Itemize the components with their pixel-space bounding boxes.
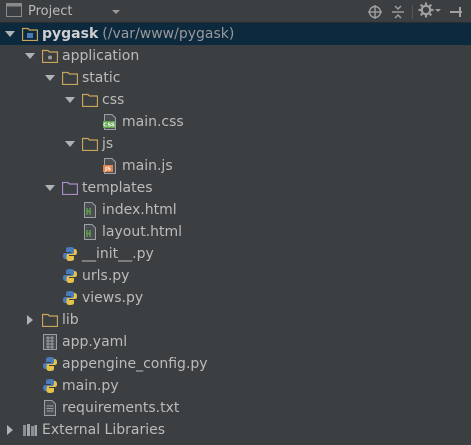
tree-node-label: main.css (122, 114, 184, 130)
tree-node-app-yaml[interactable]: app.yaml (0, 331, 471, 353)
folder-icon (82, 136, 98, 152)
tree-node-label: layout.html (102, 224, 183, 240)
expand-arrow-down-icon[interactable] (44, 182, 56, 194)
tree-node-label: External Libraries (42, 422, 165, 438)
tree-node-label: templates (82, 180, 153, 196)
svg-text:JS: JS (104, 167, 111, 173)
text-file-icon (42, 400, 58, 416)
tree-node-path: (/var/www/pygask) (102, 26, 235, 42)
project-view-icon (6, 2, 22, 21)
tree-node-main-css[interactable]: CSS main.css (0, 111, 471, 133)
tree-node-label: pygask (42, 26, 99, 42)
project-tool-window: Project pygask (/var/www/pygask) applica… (0, 0, 471, 445)
hide-panel-icon[interactable] (447, 3, 465, 21)
python-file-icon (62, 268, 78, 284)
tree-node-label: main.py (62, 378, 119, 394)
tree-node-requirements-txt[interactable]: requirements.txt (0, 397, 471, 419)
scroll-from-source-icon[interactable] (366, 3, 384, 21)
tree-node-layout-html[interactable]: layout.html (0, 221, 471, 243)
html-file-icon (82, 202, 98, 218)
tree-node-css[interactable]: css (0, 89, 471, 111)
expand-arrow-down-icon[interactable] (4, 28, 16, 40)
python-file-icon (62, 290, 78, 306)
expand-arrow-down-icon[interactable] (64, 138, 76, 150)
expand-arrow-down-icon[interactable] (44, 72, 56, 84)
tree-node-label: lib (62, 312, 79, 328)
toolbar-separator (412, 4, 413, 19)
folder-icon (42, 312, 58, 328)
header-toolbar (361, 2, 465, 21)
tree-node-lib[interactable]: lib (0, 309, 471, 331)
expand-arrow-down-icon[interactable] (24, 50, 36, 62)
tree-node-appengine-config-py[interactable]: appengine_config.py (0, 353, 471, 375)
folder-templates-icon (62, 180, 78, 196)
settings-button[interactable] (418, 2, 442, 22)
expand-arrow-down-icon[interactable] (64, 94, 76, 106)
tree-node-application[interactable]: application (0, 45, 471, 67)
tree-node-views-py[interactable]: views.py (0, 287, 471, 309)
tree-node-label: __init__.py (82, 246, 154, 262)
tree-node-init-py[interactable]: __init__.py (0, 243, 471, 265)
python-file-icon (62, 246, 78, 262)
project-view-selector[interactable]: Project (6, 2, 73, 21)
collapse-all-icon[interactable] (389, 3, 407, 21)
python-file-icon (42, 378, 58, 394)
python-file-icon (42, 356, 58, 372)
tree-node-label: static (82, 70, 121, 86)
folder-icon (82, 92, 98, 108)
folder-module-icon (22, 26, 38, 42)
gear-dropdown-arrow-icon (434, 2, 442, 22)
folder-package-icon (42, 48, 58, 64)
html-file-icon (82, 224, 98, 240)
tree-node-label: requirements.txt (62, 400, 180, 416)
tree-node-main-py[interactable]: main.py (0, 375, 471, 397)
tree-node-label: app.yaml (62, 334, 128, 350)
tree-node-external-libraries[interactable]: External Libraries (0, 419, 471, 441)
tree-node-main-js[interactable]: JS main.js (0, 155, 471, 177)
tree-node-label: main.js (122, 158, 173, 174)
tree-node-label: index.html (102, 202, 177, 218)
expand-arrow-right-icon[interactable] (24, 314, 36, 326)
tree-node-static[interactable]: static (0, 67, 471, 89)
tree-node-label: views.py (82, 290, 144, 306)
js-file-icon: JS (102, 158, 118, 174)
dropdown-arrow-icon[interactable] (108, 3, 124, 20)
svg-text:CSS: CSS (103, 123, 115, 129)
tree-node-label: js (102, 136, 114, 152)
yaml-file-icon (42, 334, 58, 350)
expand-arrow-right-icon[interactable] (4, 424, 16, 436)
project-header-title: Project (28, 4, 73, 19)
tree-node-js[interactable]: js (0, 133, 471, 155)
tree-node-templates[interactable]: templates (0, 177, 471, 199)
css-file-icon: CSS (102, 114, 118, 130)
gear-icon (418, 2, 434, 22)
libraries-icon (22, 422, 38, 438)
tree-node-label: css (102, 92, 125, 108)
folder-icon (62, 70, 78, 86)
tree-node-label: appengine_config.py (62, 356, 208, 372)
tree-node-urls-py[interactable]: urls.py (0, 265, 471, 287)
tree-node-label: urls.py (82, 268, 130, 284)
tree-node-index-html[interactable]: index.html (0, 199, 471, 221)
tree-node-pygask[interactable]: pygask (/var/www/pygask) (0, 23, 471, 45)
project-header: Project (0, 0, 471, 23)
tree-node-label: application (62, 48, 140, 64)
